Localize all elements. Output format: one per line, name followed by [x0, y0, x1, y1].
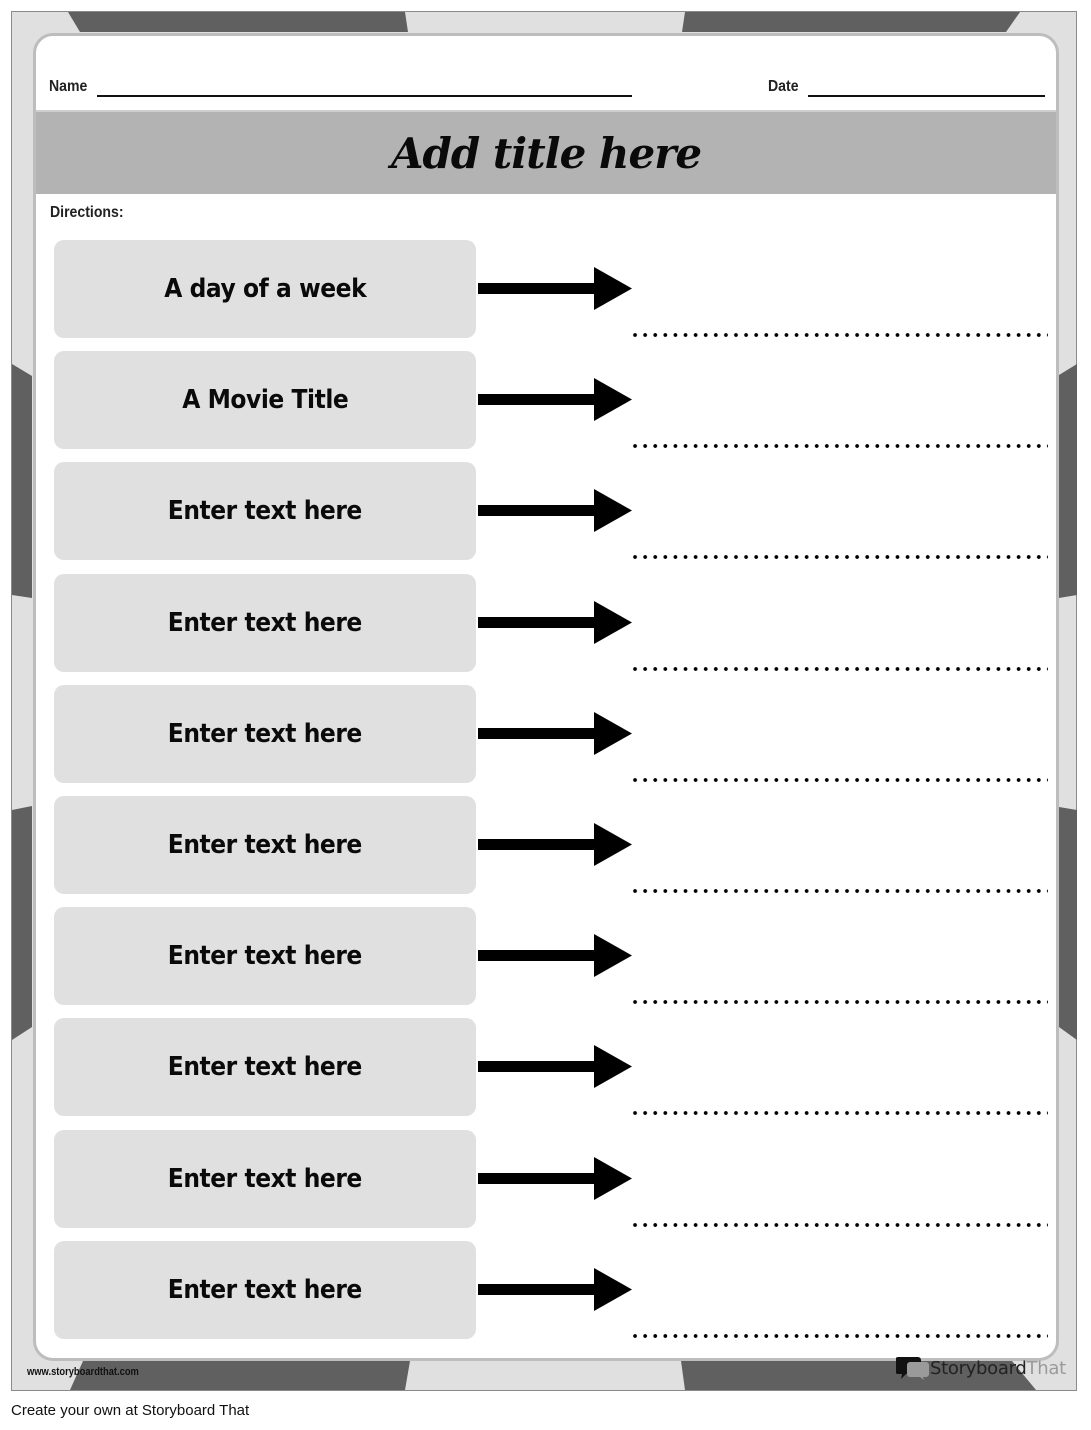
prompt-box[interactable]: Enter text here	[54, 1240, 476, 1339]
answer-line[interactable]	[630, 1332, 1048, 1339]
website-url: www.storyboardthat.com	[27, 1366, 139, 1378]
speech-bubbles-icon	[896, 1357, 929, 1380]
prompt-box[interactable]: Enter text here	[54, 1018, 476, 1117]
create-your-own-link[interactable]: Create your own at Storyboard That	[11, 1402, 249, 1419]
prompt-text: Enter text here	[167, 1052, 363, 1083]
prompt-box[interactable]: Enter text here	[54, 796, 476, 894]
worksheet-title[interactable]: Add title here	[391, 129, 702, 178]
date-field[interactable]	[808, 95, 1045, 97]
prompt-row: Enter text here	[54, 1018, 1054, 1117]
prompt-row: A Movie Title	[54, 351, 1054, 450]
storyboardthat-logo: Storyboard That	[896, 1355, 1066, 1381]
answer-line[interactable]	[630, 1110, 1048, 1117]
prompt-text: Enter text here	[167, 1274, 363, 1305]
answer-line[interactable]	[630, 665, 1048, 672]
right-arrow-icon	[478, 600, 632, 644]
prompt-row: Enter text here	[54, 573, 1054, 672]
right-arrow-icon	[478, 1156, 632, 1200]
right-arrow-icon	[478, 823, 632, 866]
answer-line[interactable]	[630, 554, 1048, 561]
prompt-text: Enter text here	[167, 496, 363, 527]
date-label: Date	[768, 78, 799, 95]
right-arrow-icon	[478, 267, 632, 310]
prompt-row: A day of a week	[54, 240, 1054, 338]
prompt-row: Enter text here	[54, 1129, 1054, 1228]
answer-line[interactable]	[630, 443, 1048, 450]
right-arrow-icon	[478, 489, 632, 533]
answer-line[interactable]	[630, 999, 1048, 1006]
prompt-text: A day of a week	[164, 274, 366, 304]
prompt-box[interactable]: Enter text here	[54, 907, 476, 1006]
name-label: Name	[49, 78, 88, 95]
prompt-box[interactable]: A Movie Title	[54, 351, 476, 450]
prompt-row: Enter text here	[54, 1240, 1054, 1339]
prompt-box[interactable]: Enter text here	[54, 573, 476, 672]
answer-line[interactable]	[630, 1221, 1048, 1228]
prompt-box[interactable]: Enter text here	[54, 462, 476, 561]
logo-word-storyboard: Storyboard	[930, 1357, 1027, 1379]
right-arrow-icon	[478, 934, 632, 978]
prompt-text: Enter text here	[167, 718, 363, 749]
right-arrow-icon	[478, 711, 632, 755]
name-field[interactable]	[97, 95, 632, 97]
right-arrow-icon	[478, 1267, 632, 1311]
answer-line[interactable]	[630, 776, 1048, 783]
prompt-text: A Movie Title	[181, 385, 349, 416]
right-arrow-icon	[478, 378, 632, 422]
logo-word-that: That	[1026, 1357, 1067, 1379]
prompt-box[interactable]: Enter text here	[54, 684, 476, 783]
prompt-row: Enter text here	[54, 684, 1054, 783]
prompt-row: Enter text here	[54, 907, 1054, 1006]
directions-label: Directions:	[50, 204, 124, 221]
prompt-text: Enter text here	[167, 1163, 363, 1194]
worksheet-card: Name Date Add title here Directions: A d…	[33, 33, 1059, 1361]
title-bar: Add title here	[36, 110, 1056, 194]
prompt-row: Enter text here	[54, 462, 1054, 561]
prompt-text: Enter text here	[167, 941, 363, 972]
prompt-box[interactable]: Enter text here	[54, 1129, 476, 1228]
prompt-row: Enter text here	[54, 796, 1054, 894]
prompt-box[interactable]: A day of a week	[54, 240, 476, 338]
answer-line[interactable]	[630, 888, 1048, 894]
prompt-text: Enter text here	[167, 607, 363, 638]
answer-line[interactable]	[630, 332, 1048, 338]
right-arrow-icon	[478, 1045, 632, 1089]
prompt-text: Enter text here	[167, 830, 363, 860]
